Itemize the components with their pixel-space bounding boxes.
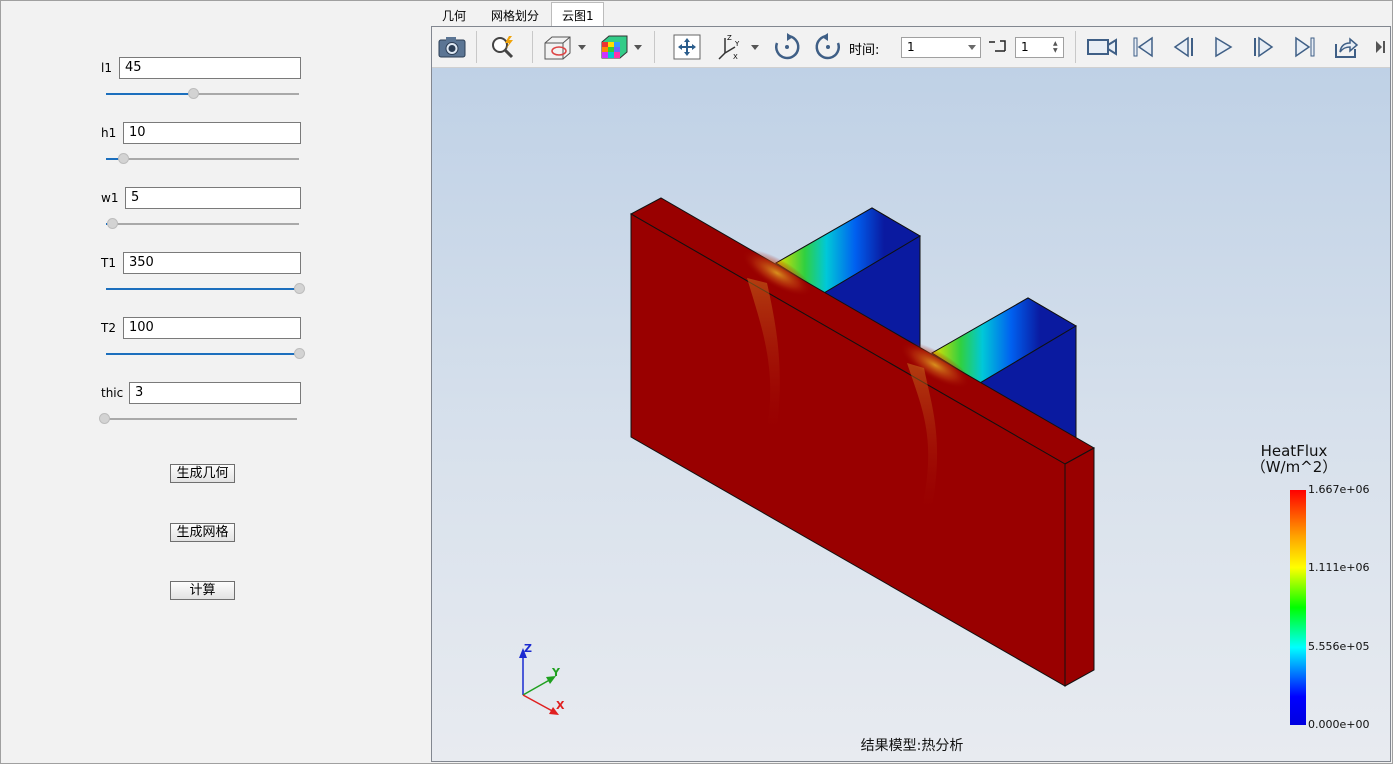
step-spinbox[interactable]: 1 ▲ ▼ <box>1015 37 1064 58</box>
chevron-down-icon <box>968 45 976 50</box>
axis-label-z: Z <box>524 642 532 655</box>
toolbar-overflow-icon[interactable] <box>1373 37 1387 57</box>
video-record-icon[interactable] <box>1085 33 1119 61</box>
color-cube-icon[interactable] <box>598 33 644 61</box>
param-row-t1: T1 350 <box>101 252 311 302</box>
generate-mesh-button[interactable]: 生成网格 <box>170 523 235 542</box>
axis-triad: Z Y X <box>519 642 565 715</box>
t2-input[interactable]: 100 <box>123 317 301 339</box>
slider-thumb[interactable] <box>294 348 305 359</box>
param-label: thic <box>101 386 124 400</box>
svg-text:X: X <box>733 53 738 61</box>
legend-tick-max: 1.667e+06 <box>1308 483 1370 496</box>
display-mode-icon[interactable] <box>542 33 588 61</box>
pan-icon[interactable] <box>672 33 702 61</box>
param-label: w1 <box>101 191 119 205</box>
skip-first-icon[interactable] <box>1128 33 1158 61</box>
legend-tick-min: 0.000e+00 <box>1308 718 1370 731</box>
axes-view-icon[interactable]: ZYX <box>715 33 761 61</box>
viewport-toolbar: ZYX 时间: 1 1 ▲ ▼ <box>432 27 1390 68</box>
legend-tick-2: 1.111e+06 <box>1308 561 1370 574</box>
slider-thumb[interactable] <box>99 413 110 424</box>
legend-unit: （W/m^2） <box>1250 458 1338 476</box>
time-label: 时间: <box>849 43 880 58</box>
color-legend-bar <box>1290 490 1306 725</box>
thic-slider[interactable] <box>99 412 297 426</box>
skip-last-icon[interactable] <box>1290 33 1320 61</box>
svg-text:Y: Y <box>734 40 740 48</box>
export-icon[interactable] <box>1331 33 1361 61</box>
t1-input[interactable]: 350 <box>123 252 301 274</box>
param-label: T2 <box>101 321 116 335</box>
rotate-ccw-icon[interactable] <box>813 33 843 61</box>
svg-text:Z: Z <box>727 34 732 42</box>
generate-geometry-button[interactable]: 生成几何 <box>170 464 235 483</box>
step-icon <box>988 40 1006 52</box>
heatflux-model: Z Y X <box>519 197 1096 715</box>
tab-geometry[interactable]: 几何 <box>431 3 477 26</box>
param-row-t2: T2 100 <box>101 317 311 367</box>
result-model-caption: 结果模型:热分析 <box>860 738 964 754</box>
parameter-panel: l1 45 h1 10 w1 5 T1 350 T2 100 thic 3 生成… <box>1 1 430 761</box>
time-select[interactable]: 1 <box>901 37 981 58</box>
legend-title: HeatFlux （W/m^2） <box>1244 443 1344 475</box>
param-row-h1: h1 10 <box>101 122 311 172</box>
zoom-icon[interactable] <box>488 33 518 61</box>
slider-thumb[interactable] <box>118 153 129 164</box>
l1-input[interactable]: 45 <box>119 57 301 79</box>
slider-thumb[interactable] <box>188 88 199 99</box>
param-row-l1: l1 45 <box>101 57 311 107</box>
w1-slider[interactable] <box>106 217 299 231</box>
legend-variable: HeatFlux <box>1260 442 1328 460</box>
thic-input[interactable]: 3 <box>129 382 301 404</box>
param-label: l1 <box>101 61 112 75</box>
slider-thumb[interactable] <box>107 218 118 229</box>
time-select-value: 1 <box>907 40 915 54</box>
tab-mesh[interactable]: 网格划分 <box>479 3 551 26</box>
step-back-icon[interactable] <box>1168 33 1198 61</box>
tab-contour-1[interactable]: 云图1 <box>551 2 604 27</box>
step-spinbox-value: 1 <box>1021 40 1029 54</box>
step-forward-icon[interactable] <box>1249 33 1279 61</box>
result-viewport[interactable]: Z Y X HeatFlux （W/m^2） 1.667e+06 1.111e+… <box>432 68 1390 761</box>
spin-arrows-icon[interactable]: ▲ ▼ <box>1053 40 1060 54</box>
param-label: T1 <box>101 256 116 270</box>
t1-slider[interactable] <box>106 282 305 296</box>
h1-input[interactable]: 10 <box>123 122 301 144</box>
slider-thumb[interactable] <box>294 283 305 294</box>
w1-input[interactable]: 5 <box>125 187 301 209</box>
compute-button[interactable]: 计算 <box>170 581 235 600</box>
param-label: h1 <box>101 126 117 140</box>
viewport-frame: ZYX 时间: 1 1 ▲ ▼ Z Y X HeatFlux （W/m^2） 1… <box>431 26 1391 762</box>
t2-slider[interactable] <box>106 347 305 361</box>
axis-label-x: X <box>556 699 565 712</box>
camera-icon[interactable] <box>437 33 467 61</box>
h1-slider[interactable] <box>106 152 299 166</box>
param-row-w1: w1 5 <box>101 187 311 237</box>
play-icon[interactable] <box>1208 33 1238 61</box>
axis-label-y: Y <box>551 666 561 679</box>
param-row-thic: thic 3 <box>99 382 311 432</box>
rotate-cw-icon[interactable] <box>772 33 802 61</box>
l1-slider[interactable] <box>106 87 299 101</box>
legend-tick-3: 5.556e+05 <box>1308 640 1370 653</box>
